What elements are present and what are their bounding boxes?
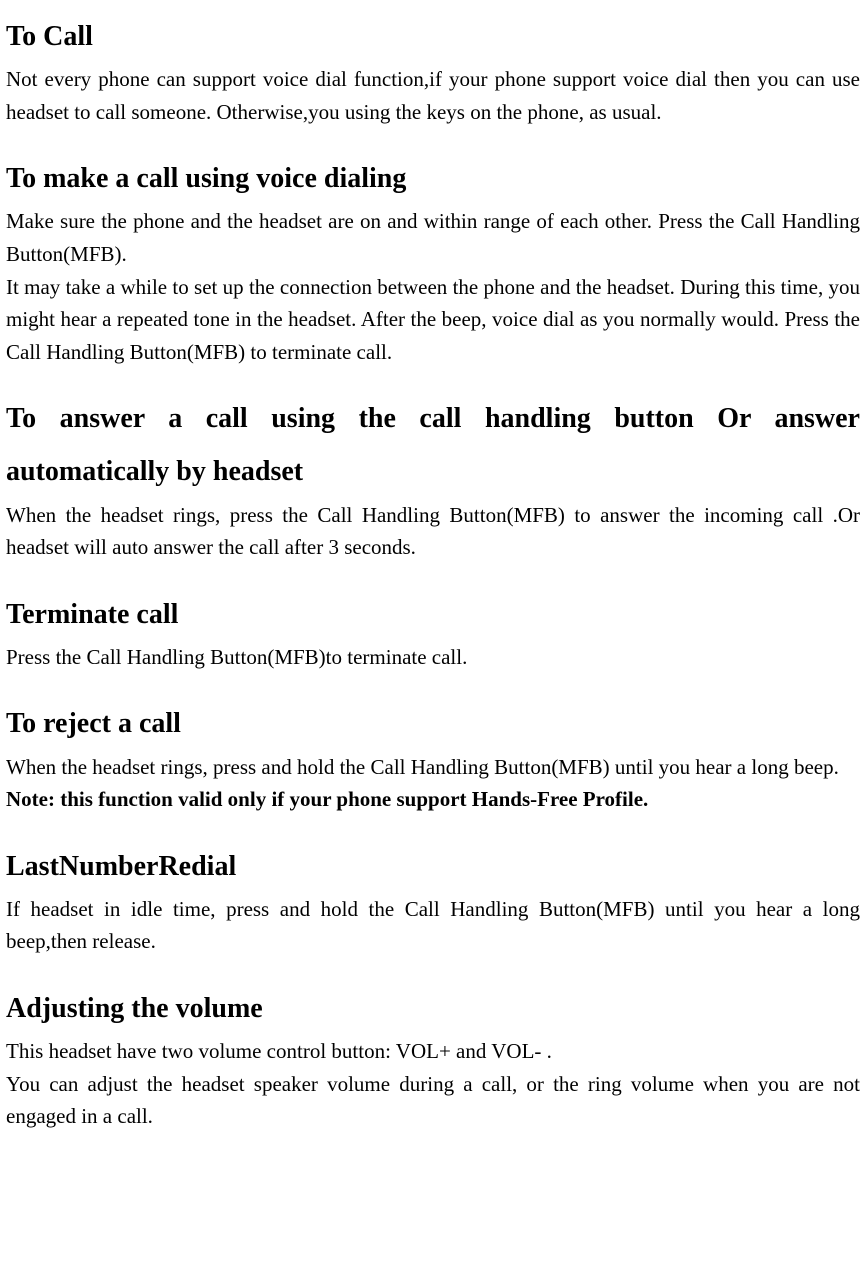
section-to-call: To Call Not every phone can support voic… xyxy=(6,10,860,128)
paragraph: Press the Call Handling Button(MFB)to te… xyxy=(6,641,860,674)
heading-to-call: To Call xyxy=(6,10,860,63)
section-terminate-call: Terminate call Press the Call Handling B… xyxy=(6,588,860,674)
heading-answer-call-line2: automatically by headset xyxy=(6,445,860,498)
paragraph: This headset have two volume control but… xyxy=(6,1035,860,1068)
body-to-call: Not every phone can support voice dial f… xyxy=(6,63,860,128)
paragraph: You can adjust the headset speaker volum… xyxy=(6,1068,860,1133)
paragraph: Make sure the phone and the headset are … xyxy=(6,205,860,270)
paragraph: When the headset rings, press the Call H… xyxy=(6,499,860,564)
note-reject-call: Note: this function valid only if your p… xyxy=(6,783,860,816)
body-terminate-call: Press the Call Handling Button(MFB)to te… xyxy=(6,641,860,674)
body-reject-call: When the headset rings, press and hold t… xyxy=(6,751,860,784)
section-voice-dialing: To make a call using voice dialing Make … xyxy=(6,152,860,368)
body-voice-dialing: Make sure the phone and the headset are … xyxy=(6,205,860,368)
heading-adjusting-volume: Adjusting the volume xyxy=(6,982,860,1035)
heading-reject-call: To reject a call xyxy=(6,697,860,750)
body-answer-call: When the headset rings, press the Call H… xyxy=(6,499,860,564)
heading-terminate-call: Terminate call xyxy=(6,588,860,641)
section-answer-call: To answer a call using the call handling… xyxy=(6,392,860,563)
body-last-number-redial: If headset in idle time, press and hold … xyxy=(6,893,860,958)
paragraph: Not every phone can support voice dial f… xyxy=(6,63,860,128)
section-adjusting-volume: Adjusting the volume This headset have t… xyxy=(6,982,860,1133)
paragraph: When the headset rings, press and hold t… xyxy=(6,751,860,784)
section-reject-call: To reject a call When the headset rings,… xyxy=(6,697,860,815)
body-adjusting-volume: This headset have two volume control but… xyxy=(6,1035,860,1133)
heading-answer-call-line1: To answer a call using the call handling… xyxy=(6,392,860,445)
paragraph: It may take a while to set up the connec… xyxy=(6,271,860,369)
heading-voice-dialing: To make a call using voice dialing xyxy=(6,152,860,205)
section-last-number-redial: LastNumberRedial If headset in idle time… xyxy=(6,840,860,958)
paragraph: If headset in idle time, press and hold … xyxy=(6,893,860,958)
heading-last-number-redial: LastNumberRedial xyxy=(6,840,860,893)
